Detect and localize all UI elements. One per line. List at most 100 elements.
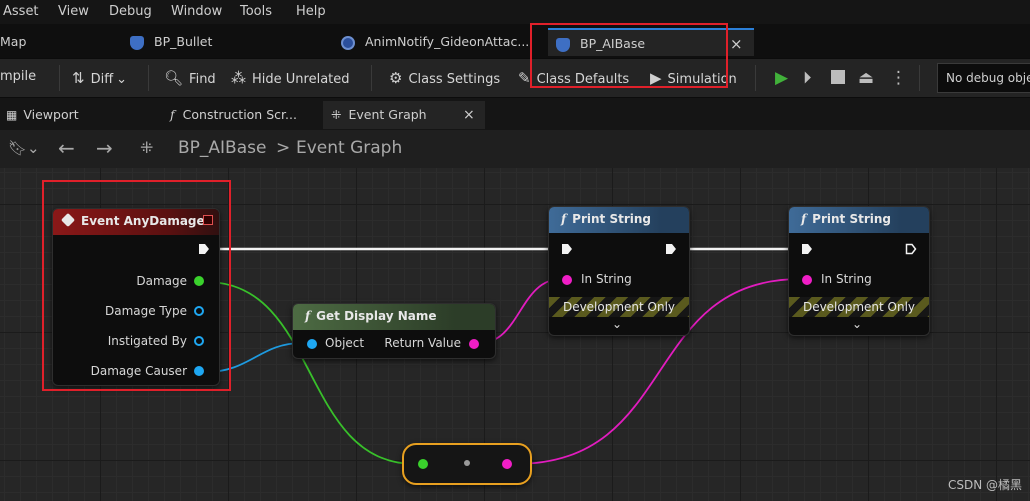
- toolbar: mpile ⇅ Diff ⌄ 🔍︎ Find ⁂ Hide Unrelated ⚙ Cla…: [0, 58, 1030, 98]
- chevron-down-icon[interactable]: ⌄: [612, 317, 622, 331]
- function-icon: f: [305, 309, 311, 323]
- viewport-icon: ▦: [6, 108, 18, 122]
- tab-event-graph[interactable]: ⁜ Event Graph ×: [323, 101, 485, 129]
- close-icon[interactable]: ×: [730, 30, 743, 58]
- menu-help[interactable]: Help: [296, 4, 326, 19]
- chevron-down-icon[interactable]: ⌄: [852, 317, 862, 331]
- menu-asset[interactable]: Asset: [3, 4, 39, 19]
- highlight-box: [42, 180, 231, 391]
- print-string-header: f Print String: [789, 207, 929, 233]
- toolbar-separator: [919, 65, 920, 91]
- compile-button[interactable]: mpile: [0, 69, 36, 84]
- class-defaults-icon: ✎: [518, 69, 531, 87]
- close-icon[interactable]: ×: [463, 101, 475, 129]
- print-string-node-1[interactable]: f Print String In String Development Only…: [548, 206, 690, 336]
- menu-debug[interactable]: Debug: [109, 4, 152, 19]
- print-string-2-title: Print String: [812, 212, 891, 226]
- in-string-pin[interactable]: [562, 275, 572, 285]
- string-output-pin[interactable]: [502, 459, 512, 469]
- tab-bp-bullet[interactable]: BP_Bullet: [130, 28, 212, 56]
- highlight-box: [530, 23, 728, 88]
- tab-construction-label: Construction Scr...: [182, 107, 297, 122]
- hide-unrelated-button[interactable]: ⁂ Hide Unrelated: [231, 69, 350, 87]
- graph-icon: ⁜: [140, 138, 154, 157]
- event-graph-canvas[interactable]: Event AnyDamage Damage Damage Type Insti…: [0, 168, 1030, 501]
- hide-unrelated-icon: ⁂: [231, 69, 246, 87]
- breadcrumb-separator: >: [276, 138, 291, 158]
- find-button[interactable]: 🔍︎ Find: [164, 69, 216, 87]
- get-display-name-node[interactable]: f Get Display Name Object Return Value: [292, 303, 496, 359]
- chevron-down-icon: ⌄: [116, 72, 128, 87]
- play-icon[interactable]: ▶: [775, 68, 788, 88]
- watermark: CSDN @橘黑: [947, 478, 1022, 492]
- tab-map[interactable]: Map: [0, 28, 26, 56]
- tab-anim-notify-label: AnimNotify_GideonAttac...: [365, 34, 530, 49]
- class-settings-label: Class Settings: [408, 72, 501, 87]
- tab-construction-script[interactable]: f Construction Scr...: [170, 101, 320, 129]
- event-graph-icon: ⁜: [331, 107, 342, 122]
- get-display-name-title: Get Display Name: [316, 309, 437, 323]
- function-icon: f: [170, 107, 175, 122]
- forward-arrow-icon[interactable]: →: [96, 136, 113, 160]
- toolbar-separator: [148, 65, 149, 91]
- find-icon: 🔍︎: [164, 69, 184, 87]
- menu-window[interactable]: Window: [171, 4, 222, 19]
- get-display-name-header: f Get Display Name: [293, 304, 495, 330]
- exec-output-pin[interactable]: [665, 243, 677, 255]
- diff-button[interactable]: ⇅ Diff ⌄: [72, 69, 127, 87]
- diff-icon: ⇅: [72, 69, 85, 87]
- return-value-pin[interactable]: [469, 339, 479, 349]
- tab-bp-bullet-label: BP_Bullet: [154, 34, 213, 49]
- more-options-icon[interactable]: ⋮: [890, 68, 907, 88]
- tab-event-graph-label: Event Graph: [348, 107, 427, 122]
- return-value-pin-label: Return Value: [384, 336, 461, 350]
- diff-label: Diff: [90, 72, 114, 87]
- tab-viewport-label: Viewport: [23, 107, 79, 122]
- print-string-1-title: Print String: [572, 212, 651, 226]
- in-string-pin-label: In String: [821, 272, 872, 286]
- tab-anim-notify[interactable]: AnimNotify_GideonAttac...: [341, 28, 529, 56]
- object-pin-label: Object: [325, 336, 365, 350]
- object-pin[interactable]: [307, 339, 317, 349]
- class-settings-button[interactable]: ⚙ Class Settings: [389, 69, 500, 87]
- eject-icon[interactable]: ⏏: [858, 68, 874, 88]
- document-tab-bar: ▦ Viewport f Construction Scr... ⁜ Event Gr…: [0, 98, 1030, 130]
- print-string-node-2[interactable]: f Print String In String Development Only…: [788, 206, 930, 336]
- float-input-pin[interactable]: [418, 459, 428, 469]
- breadcrumb: 🔖︎⌄ ← → ⁜ BP_AIBase > Event Graph: [0, 130, 1030, 168]
- exec-output-pin[interactable]: [905, 243, 917, 255]
- back-arrow-icon[interactable]: ←: [58, 136, 75, 160]
- bookmark-icon[interactable]: 🔖︎⌄: [8, 139, 40, 157]
- menu-bar: Asset View Debug Window Tools Help: [0, 0, 1030, 24]
- breadcrumb-graph[interactable]: Event Graph: [296, 138, 402, 158]
- menu-tools[interactable]: Tools: [240, 4, 272, 19]
- asset-tab-bar: Map BP_Bullet AnimNotify_GideonAttac... …: [0, 24, 1030, 58]
- development-only-banner: Development Only: [549, 297, 689, 317]
- anim-notify-icon: [341, 35, 355, 50]
- development-only-banner: Development Only: [789, 297, 929, 317]
- hide-unrelated-label: Hide Unrelated: [252, 72, 350, 87]
- find-label: Find: [189, 72, 216, 87]
- blueprint-actor-icon: [130, 35, 144, 50]
- toolbar-separator: [755, 65, 756, 91]
- tab-viewport[interactable]: ▦ Viewport: [6, 101, 156, 129]
- function-icon: f: [801, 212, 807, 226]
- toolbar-separator: [59, 65, 60, 91]
- breadcrumb-blueprint[interactable]: BP_AIBase: [178, 138, 266, 158]
- stop-icon[interactable]: [831, 70, 845, 84]
- gear-icon: ⚙: [389, 69, 403, 87]
- tab-map-label: Map: [0, 34, 27, 49]
- exec-input-pin[interactable]: [801, 243, 813, 255]
- in-string-pin-label: In String: [581, 272, 632, 286]
- debug-object-dropdown[interactable]: No debug object: [937, 63, 1030, 93]
- conversion-dot: [464, 460, 470, 466]
- function-icon: f: [561, 212, 567, 226]
- menu-view[interactable]: View: [58, 4, 89, 19]
- step-icon[interactable]: ⏵︎: [803, 68, 812, 88]
- float-to-string-conversion-node[interactable]: [402, 443, 532, 485]
- exec-input-pin[interactable]: [561, 243, 573, 255]
- in-string-pin[interactable]: [802, 275, 812, 285]
- toolbar-separator: [371, 65, 372, 91]
- compile-label: mpile: [0, 69, 37, 84]
- print-string-header: f Print String: [549, 207, 689, 233]
